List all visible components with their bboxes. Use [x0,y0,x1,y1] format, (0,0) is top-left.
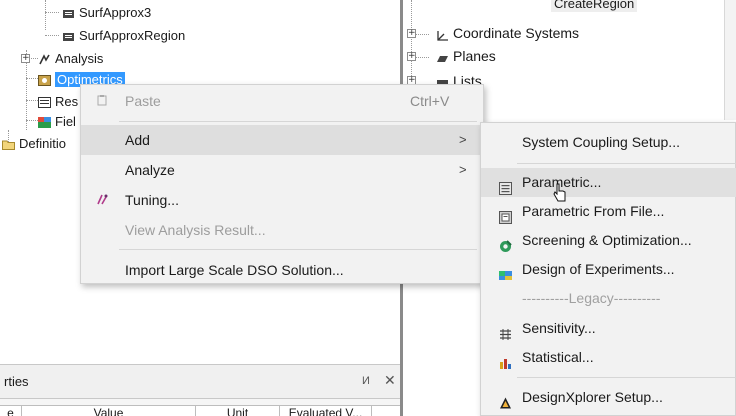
menu-item-paste[interactable]: Paste Ctrl+V [81,86,483,116]
menu-item-label: Statistical... [522,349,594,365]
tree-item-field-overlays[interactable]: Fiel [38,112,76,130]
close-icon[interactable]: ✕ [384,372,396,389]
vertical-scrollbar[interactable] [724,0,736,120]
menu-item-sensitivity[interactable]: Sensitivity... [481,314,736,343]
menu-item-parametric[interactable]: Parametric... [481,168,736,197]
menu-item-label: Tuning... [125,192,179,208]
menu-legacy-divider: ----------Legacy---------- [481,284,736,313]
results-icon [38,96,51,108]
menu-item-label: Design of Experiments... [522,261,675,277]
parametric-icon [499,176,512,195]
menu-item-statistical[interactable]: Statistical... [481,343,736,372]
menu-item-label: System Coupling Setup... [522,134,680,150]
field-icon [38,116,51,128]
menu-item-label: Analyze [125,162,175,178]
column-header-name[interactable]: e [0,406,22,416]
tree-item-label: Res [55,93,79,109]
tree-connector [45,12,59,13]
menu-item-tuning[interactable]: Tuning... [81,185,483,215]
tree-item-createregion[interactable]: CreateRegion [551,0,638,12]
tree-connector [26,100,38,101]
menu-item-label: View Analysis Result... [125,222,266,238]
properties-title: rties [4,374,29,389]
menu-item-screening-optimization[interactable]: Screening & Optimization... [481,226,736,255]
designxplorer-icon [499,391,512,409]
menu-separator [119,249,477,250]
menu-item-label: ----------Legacy---------- [522,290,661,306]
menu-item-label: Sensitivity... [522,320,596,336]
pin-icon[interactable]: И [362,375,370,387]
optimetrics-icon [38,74,51,86]
context-menu: Paste Ctrl+V Add > Analyze > Tuning... V… [80,84,484,284]
column-header-unit[interactable]: Unit [196,406,280,416]
expand-planes-toggle[interactable]: + [407,52,416,61]
axis-icon [436,28,449,41]
menu-separator [119,121,477,122]
menu-item-view-analysis-result[interactable]: View Analysis Result... [81,215,483,245]
tree-item-label: Coordinate Systems [453,25,580,41]
tree-item-label: Fiel [55,113,76,129]
sensitivity-icon [499,322,512,340]
menu-item-label: Paste [125,93,161,109]
menu-item-design-of-experiments[interactable]: Design of Experiments... [481,255,736,284]
column-header-value[interactable]: Value [22,406,196,416]
menu-item-analyze[interactable]: Analyze > [81,155,483,185]
tree-item-coordinate-systems[interactable]: Coordinate Systems [436,24,579,42]
tree-item-surfapprox3[interactable]: SurfApprox3 [62,3,151,21]
menu-item-designxplorer-setup[interactable]: DesignXplorer Setup... [481,383,736,412]
menu-item-label: Import Large Scale DSO Solution... [125,262,344,278]
geometry-icon [62,30,75,41]
properties-grid-header: e Value Unit Evaluated V... [0,405,400,416]
menu-item-label: Screening & Optimization... [522,232,692,248]
tree-item-analysis[interactable]: Analysis [38,49,103,67]
tree-item-results[interactable]: Res [38,92,78,110]
properties-panel: rties И ✕ e Value Unit Evaluated V... [0,364,400,416]
menu-separator [517,377,736,378]
column-header-evaluated-value[interactable]: Evaluated V... [280,406,372,416]
tree-connector [45,0,46,30]
tree-item-label: Definitio [19,135,66,151]
expand-coordinate-systems-toggle[interactable]: + [407,29,416,38]
tree-item-label: CreateRegion [554,0,635,11]
geometry-icon [62,7,75,18]
expand-analysis-toggle[interactable]: + [21,54,30,63]
tree-item-label: SurfApproxRegion [79,27,186,43]
doe-icon [499,263,512,280]
menu-item-import-dso[interactable]: Import Large Scale DSO Solution... [81,255,483,285]
menu-item-label: DesignXplorer Setup... [522,389,663,405]
optimization-icon [499,234,512,252]
properties-header: rties И ✕ [0,365,400,399]
menu-item-label: Parametric From File... [522,203,665,219]
add-submenu: System Coupling Setup... Parametric... P… [480,122,736,416]
plane-icon [436,51,449,62]
tree-item-label: SurfApprox3 [79,4,152,20]
parametric-file-icon [499,205,512,224]
statistical-icon [499,351,512,369]
submenu-arrow-icon: > [459,132,467,147]
tree-item-surfapproxregion[interactable]: SurfApproxRegion [62,26,185,44]
paste-icon [95,94,109,108]
menu-item-add[interactable]: Add > [81,125,483,155]
menu-item-shortcut: Ctrl+V [410,93,450,109]
folder-icon [2,138,15,150]
tuning-icon [95,193,109,207]
hand-cursor-icon [553,183,566,202]
tree-item-label: Planes [453,48,496,64]
analysis-icon [38,53,51,64]
submenu-arrow-icon: > [459,162,467,177]
tree-connector [45,35,59,36]
menu-item-parametric-from-file[interactable]: Parametric From File... [481,197,736,226]
tree-connector [26,120,38,121]
menu-item-label: Add [125,132,150,148]
tree-connector [26,78,38,79]
tree-item-label: Analysis [55,50,104,66]
menu-separator [517,163,736,164]
tree-item-definitions[interactable]: Definitio [2,134,66,152]
menu-item-system-coupling[interactable]: System Coupling Setup... [481,128,736,157]
tree-item-planes[interactable]: Planes [436,47,496,65]
